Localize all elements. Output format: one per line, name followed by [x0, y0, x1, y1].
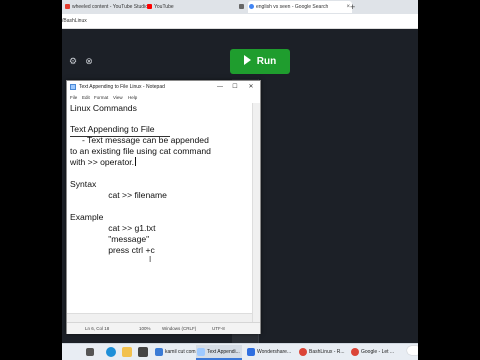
- run-label: Run: [256, 56, 277, 67]
- text-cursor-icon: I: [149, 255, 152, 264]
- text-line: Linux Commands: [70, 103, 137, 113]
- text-line: Text Appending to File: [70, 124, 155, 134]
- screen: wheeled content - YouTube Studio × YouTu…: [62, 0, 418, 360]
- text-line: to an existing file using cat command: [70, 146, 211, 156]
- cursor-position: Ln 6, Col 18: [85, 326, 110, 331]
- close-circle-icon[interactable]: ⊗: [84, 56, 94, 66]
- browser-tab-bar: wheeled content - YouTube Studio × YouTu…: [62, 0, 418, 14]
- taskbar-item-label: BashLinux - R...: [309, 349, 345, 355]
- taskbar-item[interactable]: BashLinux - R...: [298, 345, 357, 360]
- text-line: cat >> filename: [70, 190, 167, 200]
- vertical-scrollbar[interactable]: [252, 103, 260, 322]
- horizontal-scrollbar[interactable]: [67, 313, 252, 322]
- google-icon: [249, 4, 254, 9]
- chrome-icon: [299, 348, 307, 356]
- minimize-button[interactable]: —: [213, 81, 227, 93]
- menu-file[interactable]: File: [70, 94, 77, 101]
- text-line: - Text message can be appended: [70, 135, 209, 145]
- taskbar-item[interactable]: Google - Let ...: [350, 345, 411, 360]
- taskbar-item-label: Google - Let ...: [361, 349, 395, 355]
- maximize-button[interactable]: ☐: [228, 81, 242, 93]
- settings-icon[interactable]: ⚙: [68, 56, 78, 66]
- text-line: Syntax: [70, 179, 97, 189]
- youtube-studio-icon: [65, 4, 70, 9]
- task-view-icon[interactable]: [86, 348, 94, 356]
- text-area[interactable]: Linux Commands Text Appending to File - …: [67, 103, 252, 322]
- notepad-icon: [197, 348, 205, 356]
- wondershare-icon: [247, 348, 255, 356]
- youtube-icon: [147, 4, 152, 9]
- chrome-icon: [351, 348, 359, 356]
- browser-tab[interactable]: YouTube ×: [146, 1, 244, 13]
- cloud-icon: [407, 346, 418, 355]
- menu-format[interactable]: Format: [94, 94, 108, 101]
- run-button[interactable]: Run: [230, 49, 290, 74]
- taskbar-item[interactable]: Wondershare...: [246, 345, 305, 360]
- browser-tab[interactable]: [238, 1, 248, 13]
- tab-label: english vs seen - Google Search: [256, 4, 329, 10]
- text-line: press ctrl +c: [70, 245, 155, 255]
- browser-tab[interactable]: english vs seen - Google Search ×: [248, 1, 352, 13]
- line-ending: Windows (CRLF): [162, 326, 197, 331]
- new-tab-button[interactable]: +: [350, 1, 355, 13]
- menu-bar: File Edit Format View Help: [67, 93, 260, 102]
- close-button[interactable]: ✕: [244, 81, 258, 93]
- console-pane: [258, 79, 418, 344]
- notepad-titlebar[interactable]: Text Appending to File Linux - Notepad —…: [67, 81, 260, 93]
- text-line: with >> operator.: [70, 157, 137, 168]
- text-line-content: with >> operator.: [70, 157, 135, 167]
- browser-tab[interactable]: wheeled content - YouTube Studio ×: [64, 1, 152, 13]
- notepad-window: Text Appending to File Linux - Notepad —…: [66, 80, 261, 334]
- zoom-level: 100%: [139, 326, 151, 331]
- text-line: cat >> g1.txt: [70, 223, 156, 233]
- app-icon[interactable]: [138, 347, 148, 357]
- taskbar-item-label: kamil cut com...: [165, 349, 200, 355]
- notepad-icon: [70, 84, 76, 90]
- text-line: Example: [70, 212, 104, 222]
- address-bar[interactable]: /BashLinux: [62, 14, 418, 29]
- url-text: /BashLinux: [62, 18, 87, 24]
- taskbar-item-label: Wondershare...: [257, 349, 292, 355]
- menu-view[interactable]: View: [113, 94, 123, 101]
- taskbar-item-label: Text Appendi...: [207, 349, 240, 355]
- text-caret: [135, 157, 137, 166]
- text-line: "message": [70, 234, 150, 244]
- tab-icon: [239, 4, 244, 9]
- tab-label: YouTube: [154, 4, 174, 10]
- play-icon: [243, 55, 251, 65]
- tab-label: wheeled content - YouTube Studio: [72, 4, 148, 10]
- file-explorer-icon[interactable]: [122, 347, 132, 357]
- menu-edit[interactable]: Edit: [82, 94, 90, 101]
- app-icon: [155, 348, 163, 356]
- menu-help[interactable]: Help: [128, 94, 137, 101]
- edge-icon[interactable]: [106, 347, 116, 357]
- taskbar: kamil cut com... Text Appendi... Wonders…: [62, 343, 418, 360]
- status-bar: Ln 6, Col 18 100% Windows (CRLF) UTF-8: [67, 322, 260, 334]
- window-title: Text Appending to File Linux - Notepad: [79, 84, 165, 90]
- taskbar-item[interactable]: Text Appendi...: [196, 345, 242, 360]
- encoding: UTF-8: [212, 326, 225, 331]
